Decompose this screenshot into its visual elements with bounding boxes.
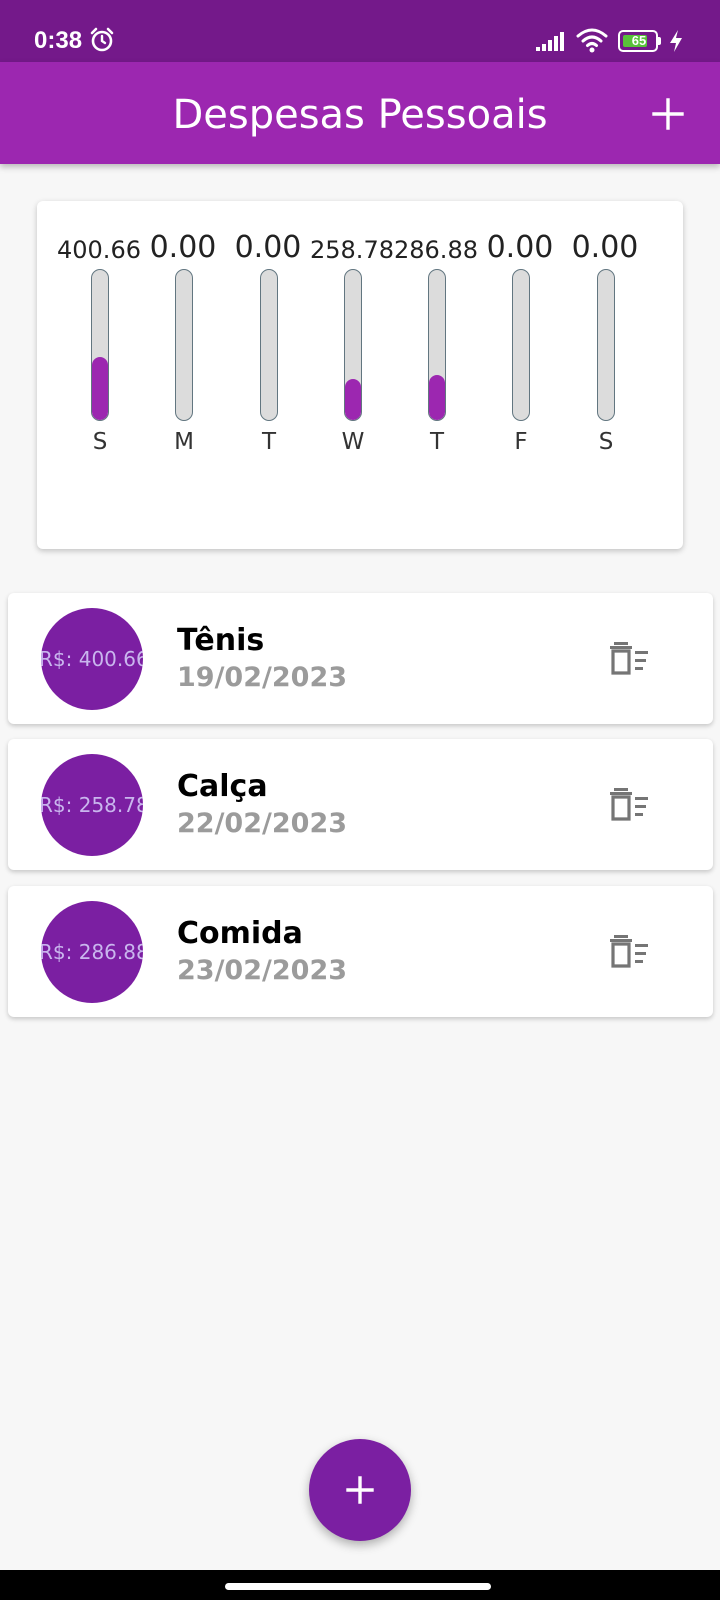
chart-bar-value: 0.00 <box>571 230 639 265</box>
plus-icon <box>346 1476 374 1504</box>
chart-bar-value: 286.88 <box>394 236 478 264</box>
chart-bar-value: 0.00 <box>149 230 217 265</box>
chart-day-label: S <box>92 429 108 455</box>
add-expense-button[interactable] <box>648 94 688 134</box>
chart-bar-track <box>344 269 362 421</box>
chart-bar-column: 0.00 S <box>563 231 647 461</box>
chart-bar-column: 0.00 M <box>141 231 225 461</box>
home-indicator[interactable] <box>225 1583 491 1590</box>
chart-bar-value: 0.00 <box>234 230 302 265</box>
chart-day-label: T <box>261 429 277 455</box>
chart-bar-value: 258.78 <box>310 236 394 264</box>
chart-day-label: W <box>341 429 365 455</box>
status-time: 0:38 <box>34 27 83 54</box>
chart-bar-track <box>175 269 193 421</box>
amount-avatar: R$: 286.88 <box>41 901 143 1003</box>
page-title: Despesas Pessoais <box>172 92 548 138</box>
chart-bar-track <box>512 269 530 421</box>
weekly-chart-card: 400.66 S 0.00 M 0.00 T 258.78 W 286.88 T 0.00 F 0.00… <box>37 201 683 549</box>
chart-bar-value: 400.66 <box>57 236 141 264</box>
expense-date: 22/02/2023 <box>177 808 348 839</box>
signal-icon <box>536 32 564 51</box>
chart-bar-fill <box>429 374 445 420</box>
chart-bar-column: 400.66 S <box>57 231 141 461</box>
expense-title: Comida <box>177 916 303 951</box>
status-bar: 0:38 65 <box>0 0 720 62</box>
chart-bar-column: 286.88 T <box>394 231 478 461</box>
delete-icon[interactable] <box>608 637 652 681</box>
chart-bar-column: 0.00 F <box>478 231 562 461</box>
navigation-bar <box>0 1570 720 1600</box>
chart-bar-track <box>597 269 615 421</box>
wifi-icon <box>576 28 608 53</box>
chart-bar-column: 258.78 W <box>310 231 394 461</box>
chart-bar-value: 0.00 <box>486 230 554 265</box>
add-expense-fab[interactable] <box>309 1439 411 1541</box>
delete-icon[interactable] <box>608 783 652 827</box>
amount-avatar: R$: 258.78 <box>41 754 143 856</box>
chart-bar-column: 0.00 T <box>226 231 310 461</box>
expense-title: Calça <box>177 769 268 804</box>
amount-avatar: R$: 400.66 <box>41 608 143 710</box>
charging-bolt-icon <box>670 30 682 52</box>
app-bar: Despesas Pessoais <box>0 62 720 164</box>
expense-date: 19/02/2023 <box>177 662 348 693</box>
chart-day-label: M <box>174 429 194 455</box>
chart-day-label: S <box>598 429 614 455</box>
expense-list-item[interactable]: R$: 258.78 Calça 22/02/2023 <box>8 739 713 870</box>
chart-bar-track <box>91 269 109 421</box>
alarm-icon <box>90 27 114 52</box>
expense-list-item[interactable]: R$: 400.66 Tênis 19/02/2023 <box>8 593 713 724</box>
chart-bar-fill <box>92 356 108 420</box>
expense-title: Tênis <box>177 623 265 658</box>
expense-amount: R$: 286.88 <box>41 940 143 964</box>
battery-level: 65 <box>631 33 647 48</box>
expense-list-item[interactable]: R$: 286.88 Comida 23/02/2023 <box>8 886 713 1017</box>
chart-bar-fill <box>345 378 361 420</box>
battery-icon: 65 <box>618 30 661 52</box>
chart-day-label: F <box>514 429 528 455</box>
chart-bar-track <box>428 269 446 421</box>
expense-amount: R$: 258.78 <box>41 793 143 817</box>
chart-bar-track <box>260 269 278 421</box>
expense-amount: R$: 400.66 <box>41 647 143 671</box>
expense-date: 23/02/2023 <box>177 955 348 986</box>
delete-icon[interactable] <box>608 930 652 974</box>
chart-day-label: T <box>429 429 445 455</box>
